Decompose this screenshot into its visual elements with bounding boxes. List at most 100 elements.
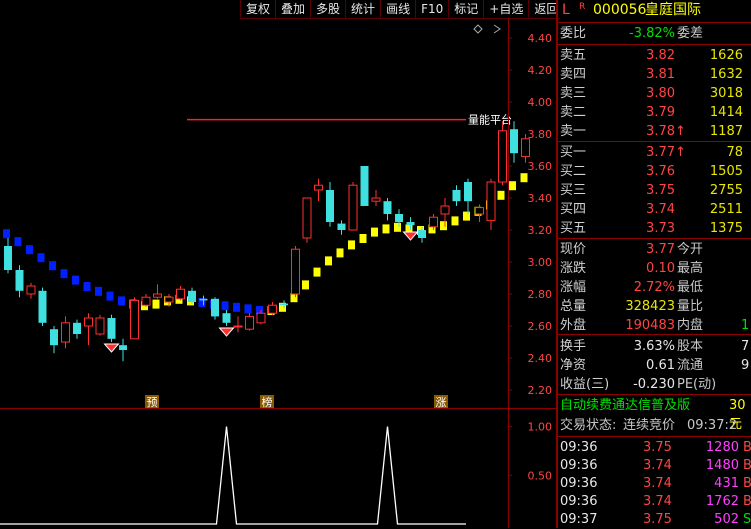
asks-volume: 1187 — [709, 124, 743, 139]
candle-body — [429, 216, 438, 228]
stats-row: 涨跌 0.10 最高 — [557, 259, 751, 278]
stats-value: 0.10 — [646, 261, 675, 276]
candle-body — [50, 329, 58, 346]
bids-price: 3.77 — [646, 145, 675, 160]
candle-body — [15, 270, 24, 291]
asks-row[interactable]: 卖五 3.82 1626 — [557, 46, 751, 65]
tick-row: 09:36 3.74 1480 B — [557, 456, 751, 475]
stair-block — [60, 269, 68, 279]
tick-side: B — [743, 440, 751, 455]
promo-banner[interactable]: 自动续费通达信普及版 30元 — [557, 396, 751, 432]
bids-label: 买三 — [560, 183, 587, 198]
price-axis: 4.40 4.20 4.00 3.80 3.60 3.40 3.20 3.00 2.80 2.60… — [508, 32, 552, 397]
expand-arrow-icon[interactable] — [493, 24, 501, 34]
candle-body — [302, 197, 312, 239]
tick-side: S — [743, 512, 751, 527]
stats-label: 外盘 — [560, 318, 587, 333]
diamond-signals — [103, 231, 419, 353]
asks-volume: 1626 — [709, 48, 743, 63]
stats-extra: 1 — [741, 318, 750, 333]
price-tick-label: 3.20 — [528, 224, 553, 237]
diamond-outline-icon[interactable] — [473, 24, 483, 34]
stats2-label2: 股本 — [677, 339, 704, 354]
indicator-line — [0, 426, 466, 525]
bids-row[interactable]: 买二 3.76 1505 — [557, 162, 751, 181]
tick-volume: 502 — [714, 512, 739, 527]
stats2-value: 0.61 — [646, 358, 675, 373]
bids-label: 买四 — [560, 202, 587, 217]
bids-row[interactable]: 买一 3.77 ↑ 78 — [557, 143, 751, 162]
candle-body — [360, 166, 369, 206]
asks-row[interactable]: 卖三 3.80 3018 — [557, 84, 751, 103]
candle-body — [314, 184, 323, 191]
bids-row[interactable]: 买四 3.74 2511 — [557, 200, 751, 219]
stock-code[interactable]: 000056 — [593, 1, 646, 20]
candle-body — [73, 322, 81, 334]
stair-block — [336, 248, 344, 258]
candle-body — [141, 296, 151, 306]
stats-label: 涨跌 — [560, 261, 587, 276]
chart-corner-icons[interactable] — [473, 24, 501, 34]
stair-block — [106, 291, 114, 301]
stats-row: 涨幅 2.72% 最低 — [557, 278, 751, 297]
candle-body — [383, 201, 392, 214]
stair-block — [233, 302, 240, 312]
price-tick-label: 3.00 — [528, 256, 553, 269]
stats-value: 328423 — [625, 299, 675, 314]
price-tick-label: 3.60 — [528, 160, 553, 173]
stats-label2: 最高 — [677, 261, 704, 276]
tick-time: 09:36 — [560, 476, 598, 491]
tick-price: 3.74 — [643, 494, 672, 509]
bids-row[interactable]: 买五 3.73 1375 — [557, 219, 751, 238]
asks-price: 3.82 — [646, 48, 675, 63]
indicator-polyline — [0, 426, 466, 525]
bids-row[interactable]: 买三 3.75 2755 — [557, 181, 751, 200]
tick-time: 09:36 — [560, 494, 598, 509]
stair-block — [72, 275, 79, 285]
resistance-line: 量能平台 — [187, 113, 512, 127]
candle-body — [95, 317, 105, 335]
marker-label: 榜 — [262, 395, 273, 409]
weibi-value: -3.82% — [629, 26, 675, 41]
stats2-extra: 7 — [741, 339, 750, 354]
trade-status-row: 交易状态: 连续竞价 09:37:2 — [560, 418, 738, 433]
bids-price: 3.76 — [646, 164, 675, 179]
stats-label: 总量 — [560, 299, 587, 314]
candle-body — [4, 246, 12, 270]
stair-block — [520, 173, 528, 183]
tick-price: 3.75 — [643, 512, 672, 527]
stats-label: 涨幅 — [560, 280, 587, 295]
candle-body — [84, 317, 93, 327]
candle-body — [245, 315, 254, 330]
candle-body — [475, 207, 484, 215]
candle-body — [153, 293, 162, 298]
asks-row[interactable]: 卖二 3.79 1414 — [557, 103, 751, 122]
stair-block — [359, 234, 367, 243]
stair-indicator — [3, 173, 528, 315]
stats2-label2: PE(动) — [677, 377, 717, 392]
stair-block — [394, 222, 401, 232]
stair-block — [509, 181, 516, 191]
stair-block — [440, 221, 447, 231]
bids-volume: 1505 — [709, 164, 743, 179]
stats2-value: -0.230 — [633, 377, 675, 392]
asks-price: 3.80 — [646, 86, 675, 101]
kline-chart[interactable]: 4.40 4.20 4.00 3.80 3.60 3.40 3.20 3.00 2.80 2.60… — [0, 0, 557, 528]
stair-block — [451, 216, 459, 226]
asks-row[interactable]: 卖四 3.81 1632 — [557, 65, 751, 84]
bids-price: 3.74 — [646, 202, 675, 217]
tick-row: 09:37 3.75 502 S — [557, 510, 751, 529]
stats2-label: 收益(三) — [560, 377, 610, 392]
stock-name[interactable]: 皇庭国际 — [645, 1, 701, 20]
asks-row[interactable]: 卖一 3.78 ↑ 1187 — [557, 122, 751, 141]
stair-block — [244, 304, 252, 314]
candlesticks — [4, 121, 530, 362]
bids-volume: 2755 — [709, 183, 743, 198]
stats-label: 现价 — [560, 242, 587, 257]
ind-tick-label: 1.00 — [528, 421, 553, 434]
bottom-markers: 预榜涨 — [145, 395, 448, 409]
candle-body — [337, 223, 346, 230]
stair-block — [371, 227, 378, 237]
stair-block — [221, 301, 229, 311]
price-tick-label: 2.60 — [528, 320, 553, 333]
